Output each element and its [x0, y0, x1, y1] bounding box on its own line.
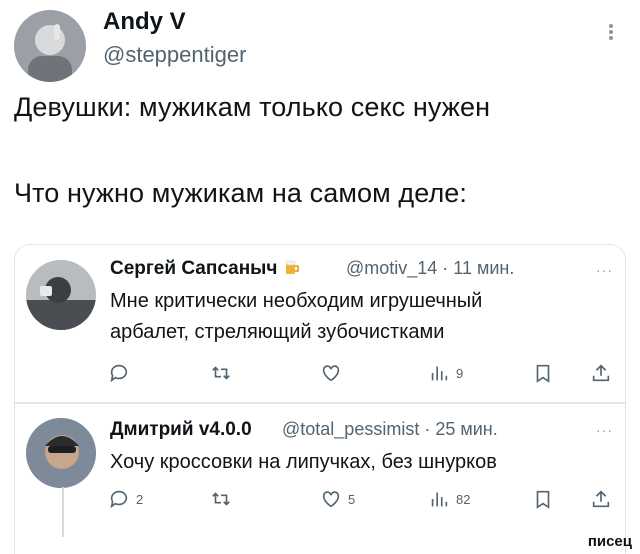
reply-divider — [14, 402, 626, 404]
reply-meta: @total_pessimist · 25 мин. — [282, 419, 498, 439]
reply-button[interactable] — [108, 362, 130, 384]
like-count: 5 — [348, 491, 356, 507]
tweet-text-line-1: Девушки: мужикам только секс нужен — [14, 92, 491, 122]
bookmark-icon — [536, 364, 550, 383]
reply-author-name[interactable]: Сергей Сапсаныч — [110, 258, 301, 280]
reply-avatar[interactable] — [26, 260, 96, 330]
share-button[interactable] — [590, 362, 612, 384]
views-button[interactable]: 82 — [428, 488, 470, 510]
author-avatar[interactable] — [14, 10, 86, 82]
reply-more-icon[interactable]: ··· — [596, 262, 613, 278]
views-icon — [431, 492, 448, 507]
author-handle[interactable]: @steppentiger — [103, 42, 246, 68]
retweet-icon — [212, 492, 230, 506]
views-button[interactable]: 9 — [428, 362, 463, 384]
reply-text-line-2: арбалет, стреляющий зубочистками — [110, 321, 445, 343]
reply-icon — [110, 490, 128, 509]
beer-emoji-icon — [285, 260, 299, 274]
views-count: 9 — [456, 365, 464, 381]
thread-connector — [62, 487, 64, 537]
like-icon — [322, 365, 340, 382]
reply-more-icon[interactable]: ··· — [596, 422, 613, 438]
reply-icon — [110, 364, 128, 383]
retweet-icon — [212, 366, 230, 380]
bookmark-button[interactable] — [532, 488, 554, 510]
reply-author-name[interactable]: Дмитрий v4.0.0 — [110, 419, 252, 441]
retweet-button[interactable] — [210, 362, 232, 384]
author-name[interactable]: Andy V — [103, 8, 186, 36]
reply-count: 2 — [136, 491, 144, 507]
reply-meta: @motiv_14 · 11 мин. — [346, 258, 515, 278]
like-button[interactable]: 5 — [320, 488, 355, 510]
views-count: 82 — [456, 491, 471, 507]
bookmark-icon — [536, 490, 550, 509]
reply-avatar[interactable] — [26, 418, 96, 488]
more-icon[interactable] — [604, 22, 618, 46]
like-icon — [322, 491, 340, 508]
like-button[interactable] — [320, 362, 342, 384]
watermark: писец — [587, 533, 632, 550]
share-button[interactable] — [590, 488, 612, 510]
views-icon — [431, 366, 448, 381]
share-icon — [592, 364, 610, 382]
retweet-button[interactable] — [210, 488, 232, 510]
bookmark-button[interactable] — [532, 362, 554, 384]
tweet-text-line-2: Что нужно мужикам на самом деле: — [14, 178, 468, 208]
reply-text-line-1: Мне критически необходим игрушечный — [110, 290, 483, 312]
reply-text-line-1: Хочу кроссовки на липучках, без шнурков — [110, 451, 497, 473]
share-icon — [592, 490, 610, 508]
reply-button[interactable]: 2 — [108, 488, 143, 510]
